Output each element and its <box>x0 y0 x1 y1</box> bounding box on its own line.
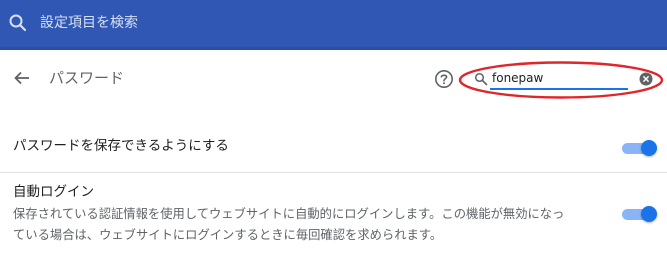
auto-sign-in-toggle[interactable] <box>622 204 657 224</box>
offer-to-save-toggle[interactable] <box>622 138 657 158</box>
setting-row-auto-sign-in: 自動ログイン 保存されている認証情報を使用してウェブサイトに自動的にログインしま… <box>0 180 667 250</box>
password-search-field[interactable] <box>472 66 658 92</box>
divider <box>0 172 667 173</box>
settings-search-bar[interactable]: 設定項目を検索 <box>0 0 667 50</box>
back-arrow-icon[interactable] <box>12 68 32 88</box>
search-icon <box>474 71 488 86</box>
description-line: ている場合は、ウェブサイトにログインするときに毎回確認を求められます。 <box>13 228 443 242</box>
description-line: 保存されている認証情報を使用してウェブサイトに自動的にログインします。この機能が… <box>13 207 565 221</box>
settings-search-placeholder[interactable]: 設定項目を検索 <box>40 13 138 33</box>
search-icon <box>8 13 28 33</box>
search-underline <box>490 88 628 90</box>
clear-icon[interactable] <box>639 71 653 86</box>
toggle-knob <box>641 206 657 222</box>
setting-row-offer-to-save: パスワードを保存できるようにする <box>0 128 667 170</box>
help-icon[interactable] <box>434 69 454 89</box>
page-title: パスワード <box>49 69 125 87</box>
toggle-knob <box>641 140 657 156</box>
setting-description: 保存されている認証情報を使用してウェブサイトに自動的にログインします。この機能が… <box>13 204 611 246</box>
setting-label: パスワードを保存できるようにする <box>13 138 229 154</box>
password-search-input[interactable] <box>492 68 632 88</box>
setting-label: 自動ログイン <box>13 184 94 200</box>
